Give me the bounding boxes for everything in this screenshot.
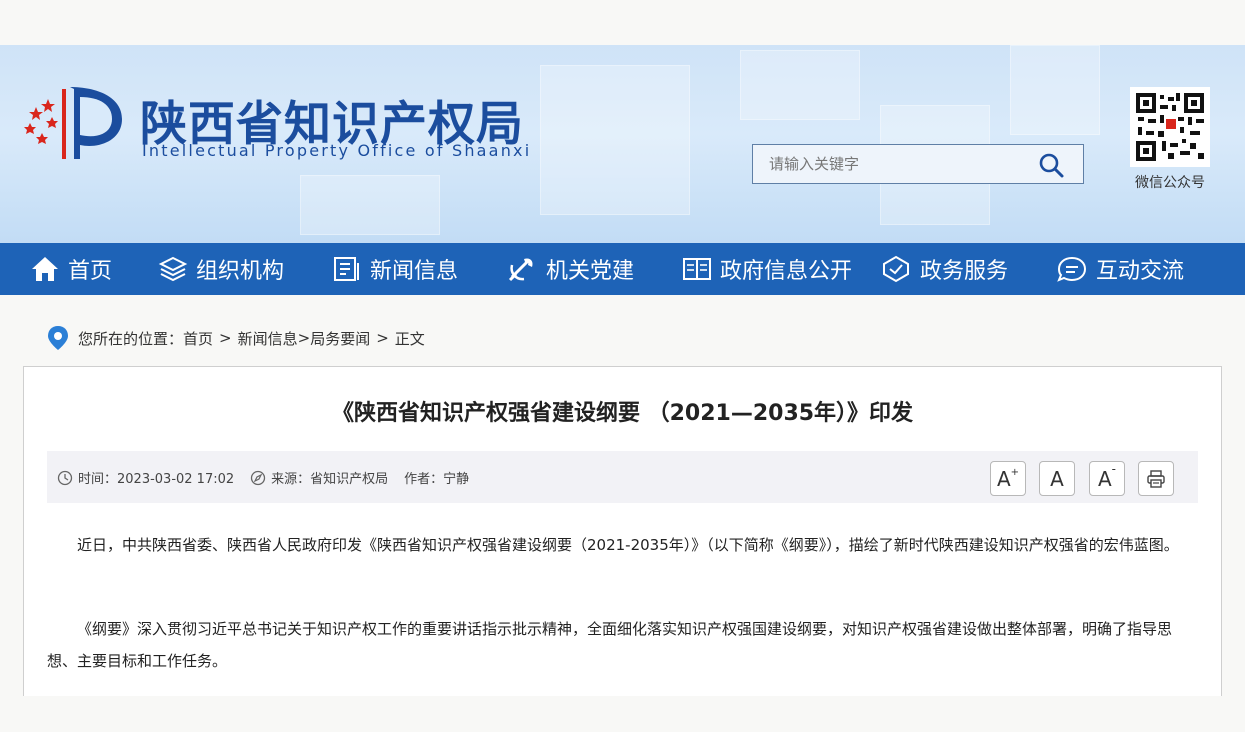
site-subtitle: Intellectual Property Office of Shaanxi bbox=[142, 141, 532, 160]
banner-decoration bbox=[540, 65, 690, 215]
breadcrumb: 您所在的位置： 首页 > 新闻信息 > 局务要闻 > 正文 bbox=[46, 324, 425, 352]
layers-icon bbox=[158, 256, 188, 282]
breadcrumb-news-link[interactable]: 新闻信息 bbox=[238, 328, 298, 349]
compass-icon bbox=[251, 470, 266, 485]
nav-label: 政府信息公开 bbox=[720, 259, 853, 284]
printer-icon bbox=[1147, 469, 1165, 488]
nav-item-interaction[interactable]: 互动交流 bbox=[1056, 243, 1184, 295]
service-icon bbox=[883, 255, 909, 283]
clock-icon bbox=[57, 470, 73, 485]
logo-icon bbox=[24, 87, 122, 159]
article-author: 作者：宁静 bbox=[404, 472, 470, 487]
font-normal-button[interactable]: A bbox=[1039, 461, 1075, 496]
party-emblem-icon bbox=[508, 258, 533, 282]
article-title: 《陕西省知识产权强省建设纲要 （2021—2035年）》印发 bbox=[331, 401, 914, 426]
nav-item-services[interactable]: 政务服务 bbox=[880, 243, 1008, 295]
news-icon bbox=[334, 257, 359, 281]
article-panel: 《陕西省知识产权强省建设纲要 （2021—2035年）》印发 时间：2023-0… bbox=[23, 366, 1222, 696]
main-nav: 首页 组织机构 新闻信息 机关党建 政府信息公开 政务服务 互动交流 bbox=[0, 243, 1245, 295]
search-icon[interactable] bbox=[1037, 151, 1065, 179]
nav-item-gov-info[interactable]: 政府信息公开 bbox=[682, 243, 852, 295]
font-decrease-button[interactable]: A- bbox=[1089, 461, 1125, 496]
nav-item-organization[interactable]: 组织机构 bbox=[158, 243, 284, 295]
article-paragraph: 《纲要》深入贯彻习近平总书记关于知识产权工作的重要讲话指示批示精神，全面细化落实… bbox=[47, 620, 1173, 670]
nav-item-home[interactable]: 首页 bbox=[30, 243, 112, 295]
search-input[interactable] bbox=[769, 153, 1029, 175]
book-icon bbox=[683, 258, 711, 280]
font-normal-label: A bbox=[1050, 466, 1064, 491]
breadcrumb-current: 正文 bbox=[394, 329, 425, 348]
breadcrumb-prefix: 您所在的位置： bbox=[78, 329, 184, 348]
font-increase-label: A bbox=[996, 466, 1011, 491]
header-banner: 陕西省知识产权局 Intellectual Property Office of… bbox=[0, 45, 1245, 243]
location-pin-icon bbox=[48, 326, 68, 350]
nav-item-party[interactable]: 机关党建 bbox=[506, 243, 634, 295]
nav-label: 互动交流 bbox=[1096, 259, 1185, 284]
chat-icon bbox=[1057, 256, 1087, 282]
article-source: 来源：省知识产权局 bbox=[271, 472, 389, 487]
nav-label: 政务服务 bbox=[920, 259, 1009, 284]
article-time: 时间：2023-03-02 17:02 bbox=[78, 472, 235, 487]
breadcrumb-home-link[interactable]: 首页 bbox=[183, 328, 213, 349]
plus-sign: + bbox=[1010, 467, 1020, 478]
font-decrease-label: A bbox=[1097, 466, 1112, 491]
nav-label: 新闻信息 bbox=[370, 259, 459, 284]
article-meta-bar: 时间：2023-03-02 17:02 来源：省知识产权局 作者：宁静 A + A… bbox=[47, 451, 1198, 503]
breadcrumb-section-link[interactable]: 局务要闻 bbox=[310, 328, 370, 349]
font-increase-button[interactable]: A + bbox=[990, 461, 1026, 496]
qr-label: 微信公众号 bbox=[1135, 175, 1205, 191]
search-box bbox=[752, 144, 1084, 184]
qr-code-icon bbox=[1134, 91, 1206, 163]
breadcrumb-separator: > bbox=[376, 329, 389, 347]
nav-label: 组织机构 bbox=[196, 259, 285, 284]
article-paragraph: 近日，中共陕西省委、陕西省人民政府印发《陕西省知识产权强省建设纲要（2021-2… bbox=[77, 536, 1179, 554]
banner-decoration bbox=[740, 50, 860, 120]
print-button[interactable] bbox=[1138, 461, 1174, 496]
nav-label: 首页 bbox=[68, 259, 113, 284]
minus-sign: - bbox=[1111, 461, 1117, 476]
qr-code bbox=[1130, 87, 1210, 167]
breadcrumb-separator: > bbox=[219, 329, 232, 347]
nav-label: 机关党建 bbox=[546, 259, 635, 284]
top-strip bbox=[0, 0, 1245, 45]
home-icon bbox=[32, 257, 58, 281]
banner-decoration bbox=[1010, 45, 1100, 135]
nav-item-news[interactable]: 新闻信息 bbox=[332, 243, 458, 295]
article-meta-info: 时间：2023-03-02 17:02 来源：省知识产权局 作者：宁静 bbox=[57, 468, 469, 487]
breadcrumb-separator: > bbox=[297, 329, 311, 347]
banner-decoration bbox=[300, 175, 440, 235]
